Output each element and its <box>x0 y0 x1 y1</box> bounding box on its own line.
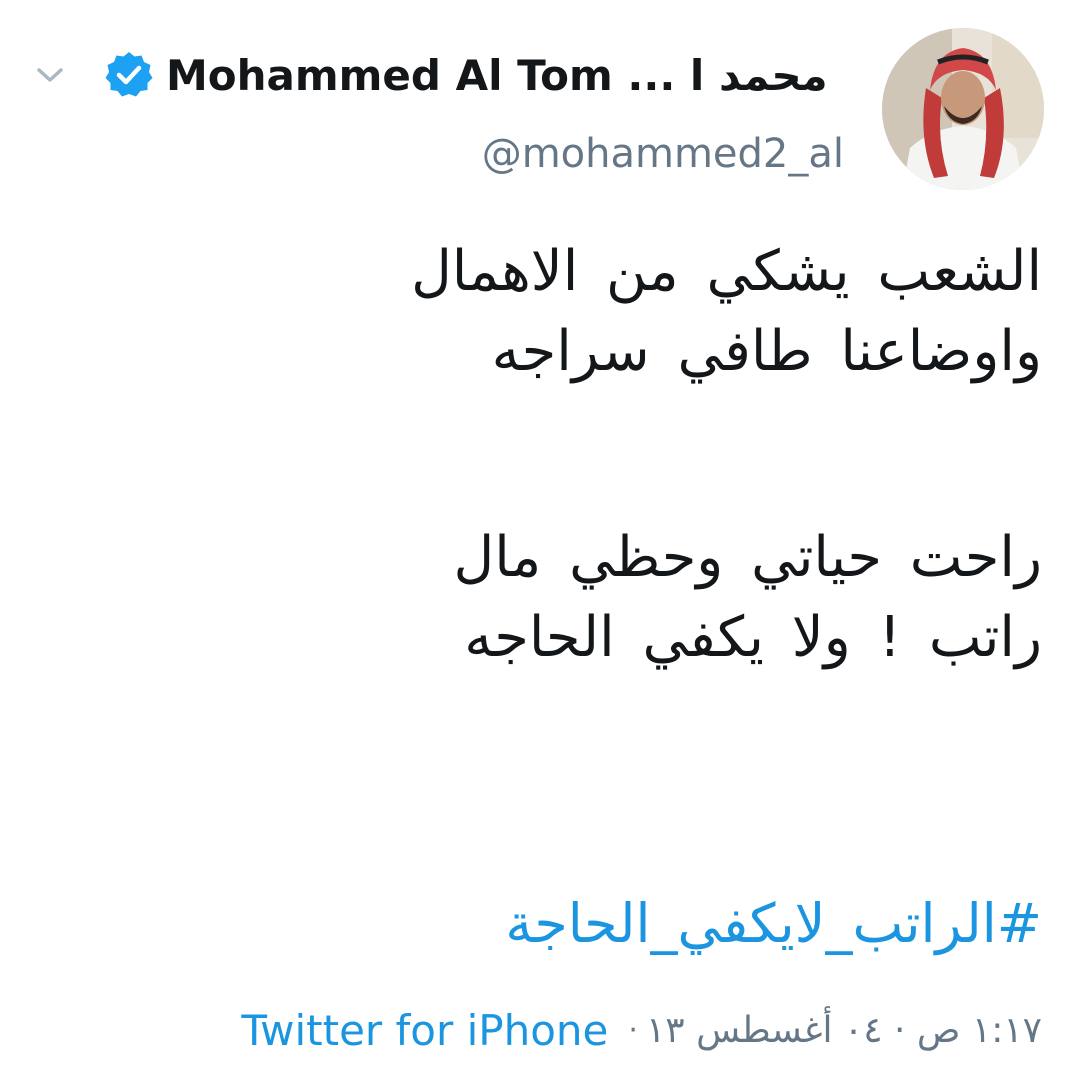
verified-badge-icon <box>104 50 154 100</box>
chevron-down-icon <box>37 68 63 82</box>
user-handle[interactable]: @mohammed2_al <box>482 124 844 184</box>
separator-dot: · <box>628 1012 638 1048</box>
tweet-text: الشعب يشكي من الاهمال واوضاعنا طافي سراج… <box>42 232 1042 678</box>
tweet-line: الشعب يشكي من الاهمال <box>411 239 1042 304</box>
display-name[interactable]: Mohammed Al Tom ... محمد ا <box>166 46 856 106</box>
tweet-line: راحت حياتي وحظي مال <box>453 525 1042 590</box>
source-link[interactable]: Twitter for iPhone <box>241 1006 608 1055</box>
timestamp[interactable]: ١:١٧ ص · ٠٤ أغسطس ١٣ <box>646 1010 1042 1051</box>
tweet-meta: Twitter for iPhone · ١:١٧ ص · ٠٤ أغسطس ١… <box>241 998 1042 1062</box>
tweet-line: واوضاعنا طافي سراجه <box>491 319 1042 384</box>
tweet-line: راتب ! ولا يكفي الحاجه <box>464 605 1042 670</box>
hashtag-link[interactable]: #الراتب_لايكفي_الحاجة <box>505 884 1042 964</box>
tweet-menu-button[interactable] <box>30 55 70 95</box>
line-break <box>42 392 1042 518</box>
avatar[interactable] <box>882 28 1044 190</box>
